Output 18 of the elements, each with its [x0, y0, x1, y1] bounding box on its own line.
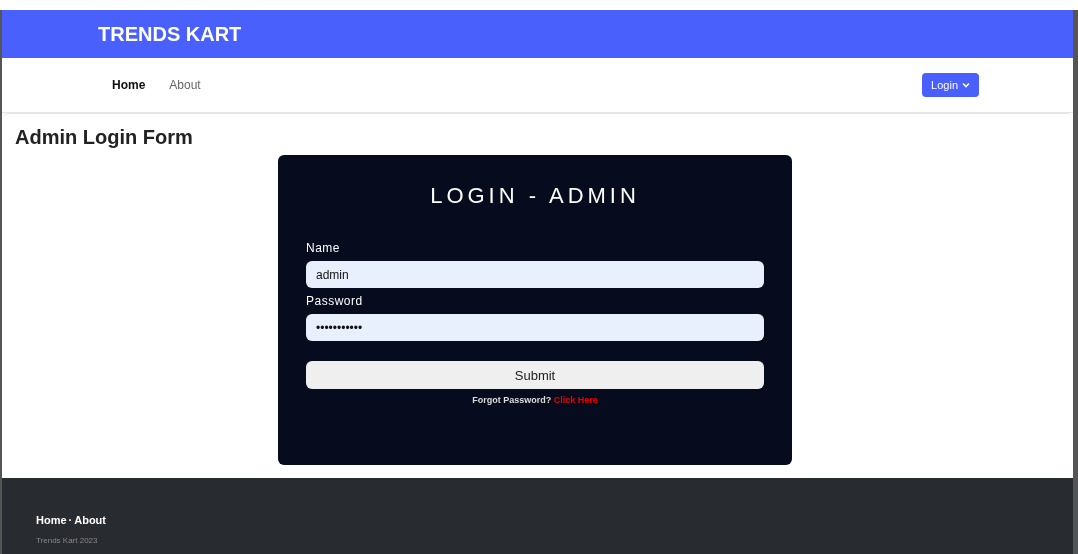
- nav-link[interactable]: Home: [100, 74, 158, 96]
- chevron-down-icon: [962, 82, 970, 88]
- copyright-text: Trends Kart 2023: [36, 536, 99, 545]
- input-field[interactable]: admin: [306, 261, 764, 288]
- nav-link[interactable]: About: [157, 74, 213, 96]
- login-heading: LOGIN - ADMIN: [429, 183, 641, 209]
- submit-button[interactable]: Submit: [306, 361, 764, 389]
- footer-link[interactable]: Home: [36, 514, 67, 526]
- login-dropdown-button[interactable]: Login: [922, 73, 979, 97]
- forgot-password-text: Forgot Password? Click Here: [471, 395, 599, 405]
- field-label: Name: [306, 241, 341, 255]
- input-field[interactable]: •••••••••••: [306, 314, 764, 341]
- separator-dot: ·: [68, 514, 73, 526]
- brand-logo[interactable]: TRENDS KART: [98, 22, 242, 46]
- page-title: Admin Login Form: [15, 126, 194, 149]
- field-label: Password: [306, 294, 364, 308]
- footer-link[interactable]: About: [74, 514, 106, 526]
- click-here-link[interactable]: Click Here: [553, 395, 598, 405]
